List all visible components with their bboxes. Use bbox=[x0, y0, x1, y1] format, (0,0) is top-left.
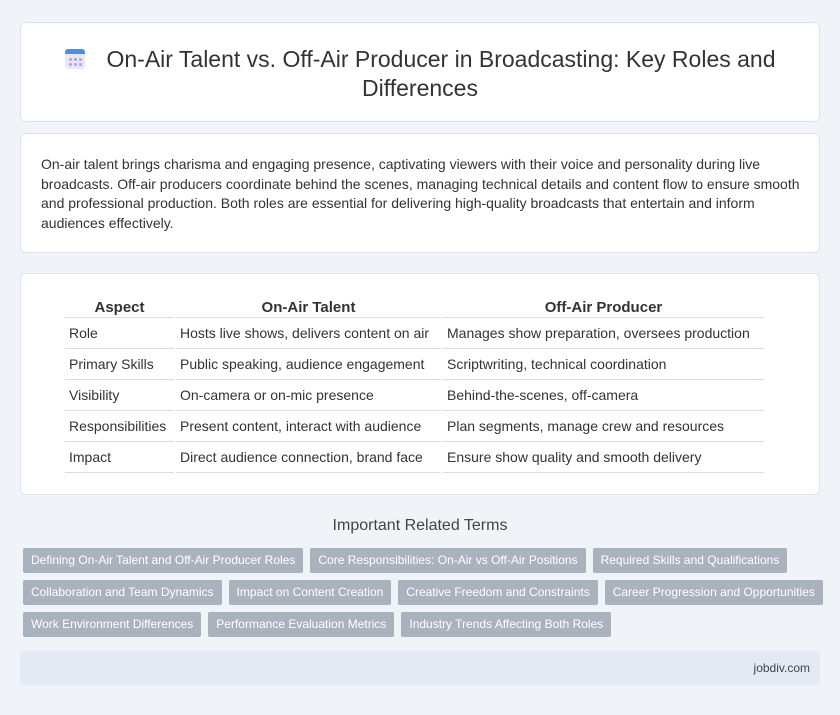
calendar-icon bbox=[64, 48, 86, 70]
intro-card: On-air talent brings charisma and engagi… bbox=[20, 133, 820, 253]
related-term-tag[interactable]: Impact on Content Creation bbox=[228, 580, 392, 605]
comparison-table: Aspect On-Air Talent Off-Air Producer Ro… bbox=[63, 298, 766, 473]
table-cell: Visibility bbox=[65, 380, 174, 411]
table-cell: Role bbox=[65, 318, 174, 349]
table-cell: Present content, interact with audience bbox=[176, 411, 441, 442]
table-cell: Scriptwriting, technical coordination bbox=[443, 349, 764, 380]
header-off-air-producer: Off-Air Producer bbox=[443, 298, 764, 318]
table-cell: Responsibilities bbox=[65, 411, 174, 442]
table-cell: Manages show preparation, oversees produ… bbox=[443, 318, 764, 349]
table-cell: On-camera or on-mic presence bbox=[176, 380, 441, 411]
related-term-tag[interactable]: Required Skills and Qualifications bbox=[592, 548, 788, 573]
related-term-tag[interactable]: Career Progression and Opportunities bbox=[604, 580, 823, 605]
related-terms-heading: Important Related Terms bbox=[332, 517, 508, 534]
table-cell: Ensure show quality and smooth delivery bbox=[443, 442, 764, 473]
table-cell: Hosts live shows, delivers content on ai… bbox=[176, 318, 441, 349]
table-row: Primary Skills Public speaking, audience… bbox=[65, 349, 764, 380]
table-cell: Behind-the-scenes, off-camera bbox=[443, 380, 764, 411]
intro-paragraph: On-air talent brings charisma and engagi… bbox=[41, 156, 800, 231]
comparison-card: Aspect On-Air Talent Off-Air Producer Ro… bbox=[20, 273, 820, 495]
table-cell: Direct audience connection, brand face bbox=[176, 442, 441, 473]
footer: jobdiv.com bbox=[20, 651, 820, 685]
table-cell: Plan segments, manage crew and resources bbox=[443, 411, 764, 442]
related-term-tag[interactable]: Creative Freedom and Constraints bbox=[398, 580, 598, 605]
related-term-tag[interactable]: Collaboration and Team Dynamics bbox=[23, 580, 222, 605]
title-card: On-Air Talent vs. Off-Air Producer in Br… bbox=[20, 22, 820, 122]
page-title: On-Air Talent vs. Off-Air Producer in Br… bbox=[21, 45, 819, 103]
footer-site-link[interactable]: jobdiv.com bbox=[754, 661, 810, 675]
related-term-tag[interactable]: Performance Evaluation Metrics bbox=[208, 612, 395, 637]
table-cell: Impact bbox=[65, 442, 174, 473]
related-term-tag[interactable]: Defining On-Air Talent and Off-Air Produ… bbox=[23, 548, 304, 573]
table-header-row: Aspect On-Air Talent Off-Air Producer bbox=[65, 298, 764, 318]
table-row: Responsibilities Present content, intera… bbox=[65, 411, 764, 442]
table-cell: Public speaking, audience engagement bbox=[176, 349, 441, 380]
related-term-tag[interactable]: Industry Trends Affecting Both Roles bbox=[401, 612, 612, 637]
header-on-air-talent: On-Air Talent bbox=[176, 298, 441, 318]
table-row: Impact Direct audience connection, brand… bbox=[65, 442, 764, 473]
table-cell: Primary Skills bbox=[65, 349, 174, 380]
page-title-text: On-Air Talent vs. Off-Air Producer in Br… bbox=[106, 46, 776, 101]
related-term-tag[interactable]: Core Responsibilities: On-Air vs Off-Air… bbox=[310, 548, 586, 573]
header-aspect: Aspect bbox=[65, 298, 174, 318]
related-term-tag[interactable]: Work Environment Differences bbox=[23, 612, 202, 637]
table-row: Visibility On-camera or on-mic presence … bbox=[65, 380, 764, 411]
table-row: Role Hosts live shows, delivers content … bbox=[65, 318, 764, 349]
related-terms-list: Defining On-Air Talent and Off-Air Produ… bbox=[23, 548, 823, 637]
